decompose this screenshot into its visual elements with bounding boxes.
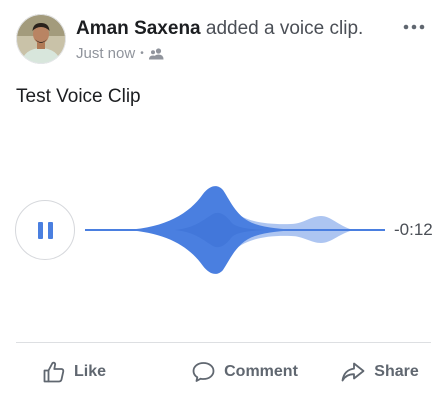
post-meta: Aman Saxena added a voice clip. Just now… — [76, 14, 363, 70]
post-actions-bar: Like Comment Share — [0, 343, 447, 400]
post-headline: Aman Saxena added a voice clip. — [76, 17, 363, 41]
remaining-time: -0:12 — [394, 220, 433, 239]
post-action-text: added a voice clip. — [205, 18, 364, 39]
share-button[interactable]: Share — [312, 343, 447, 400]
voice-clip-player: -0:12 — [15, 186, 447, 274]
like-button[interactable]: Like — [0, 343, 177, 400]
comment-label: Comment — [224, 362, 298, 380]
comment-button[interactable]: Comment — [177, 343, 312, 400]
post-caption: Test Voice Clip — [16, 86, 141, 107]
voice-clip-post: Aman Saxena added a voice clip. Just now… — [0, 0, 447, 400]
friends-icon[interactable] — [148, 47, 164, 60]
post-header: Aman Saxena added a voice clip. Just now… — [16, 14, 431, 70]
post-timestamp[interactable]: Just now — [76, 45, 135, 62]
pause-icon — [37, 221, 53, 239]
comment-icon — [192, 361, 215, 382]
like-label: Like — [74, 362, 107, 380]
audio-waveform[interactable] — [85, 184, 385, 276]
share-icon — [341, 362, 365, 381]
share-label: Share — [374, 362, 419, 380]
pause-button[interactable] — [15, 200, 75, 260]
more-options-icon[interactable] — [399, 14, 429, 40]
avatar[interactable] — [16, 14, 66, 64]
post-subline: Just now • — [76, 45, 363, 62]
author-name[interactable]: Aman Saxena — [76, 18, 201, 39]
separator-dot: • — [140, 48, 144, 59]
thumbs-up-icon — [43, 361, 65, 382]
